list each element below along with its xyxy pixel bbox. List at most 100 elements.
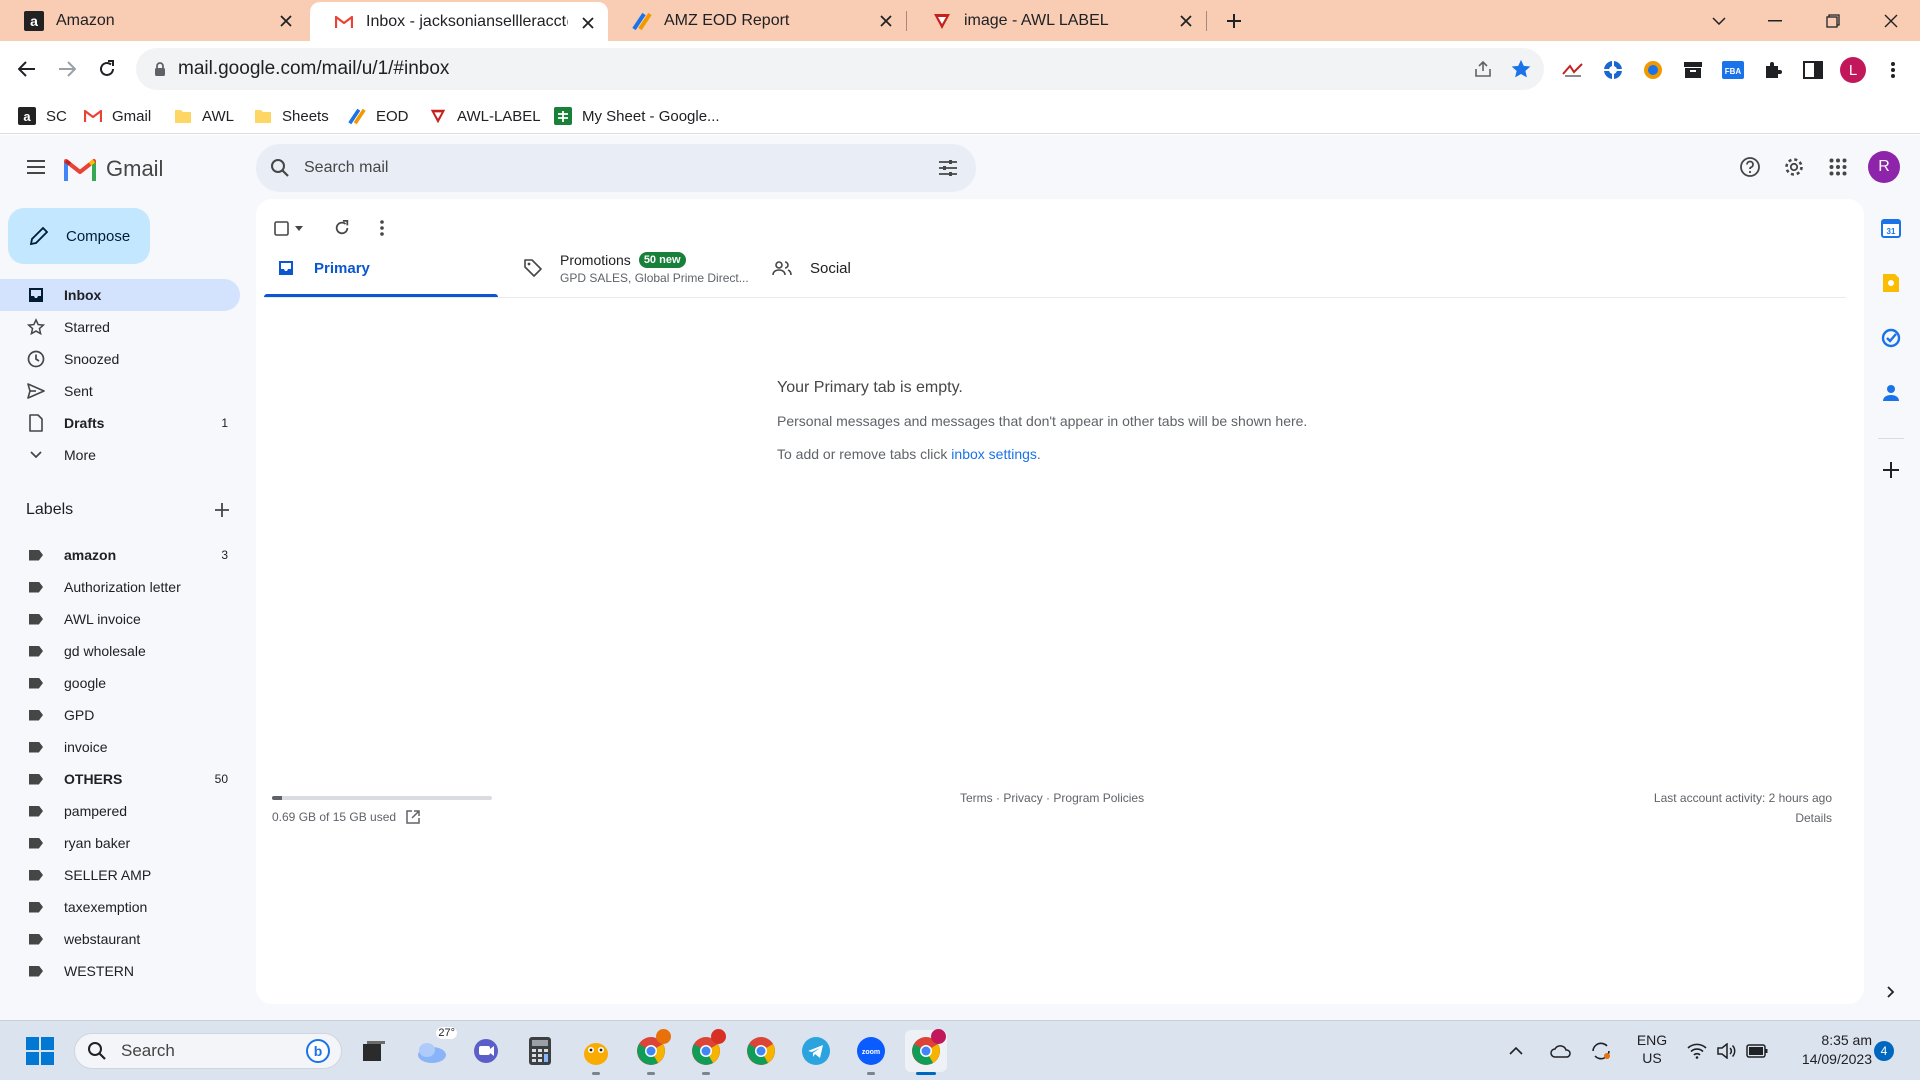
nav-starred[interactable]: Starred (0, 311, 240, 343)
search-options-icon[interactable] (938, 159, 958, 177)
tab-promotions[interactable]: Promotions 50 new GPD SALES, Global Prim… (512, 239, 749, 297)
chrome-active-icon[interactable] (905, 1029, 947, 1075)
weather-widget-icon[interactable]: 27° (411, 1027, 457, 1072)
profile-avatar[interactable]: L (1838, 55, 1868, 85)
search-icon[interactable] (270, 158, 290, 178)
restore-button[interactable] (1810, 0, 1856, 41)
extension-archive-icon[interactable] (1678, 55, 1708, 85)
app-mascot-icon[interactable] (575, 1030, 617, 1075)
nav-more[interactable]: More (0, 439, 240, 471)
browser-menu-icon[interactable] (1878, 55, 1908, 85)
nav-inbox[interactable]: Inbox (0, 279, 240, 311)
teams-chat-icon[interactable] (465, 1030, 507, 1072)
sync-icon[interactable] (1586, 1030, 1616, 1072)
chrome-profile-l-icon[interactable] (630, 1029, 672, 1075)
reload-button[interactable] (89, 51, 125, 87)
bookmark-awl-label[interactable]: AWL-LABEL (429, 101, 541, 131)
bookmark-awl[interactable]: AWL (174, 101, 234, 131)
account-avatar[interactable]: R (1864, 147, 1904, 187)
browser-tab-amazon[interactable]: a Amazon (0, 0, 306, 41)
hide-side-panel-icon[interactable] (1876, 977, 1906, 1007)
label-item[interactable]: google (0, 667, 240, 699)
tab-primary[interactable]: Primary (264, 239, 498, 297)
bookmark-my-sheet[interactable]: My Sheet - Google... (554, 101, 720, 131)
notification-center-badge[interactable]: 4 (1874, 1041, 1894, 1061)
tab-search-button[interactable] (1696, 0, 1742, 41)
label-item[interactable]: Authorization letter (0, 571, 240, 603)
side-panel-icon[interactable] (1798, 55, 1828, 85)
contacts-icon[interactable] (1876, 378, 1906, 408)
browser-tab-inbox[interactable]: Inbox - jacksoniansellleracct@gm (310, 2, 608, 41)
bookmark-star-icon[interactable] (1510, 58, 1532, 80)
tasks-icon[interactable] (1876, 323, 1906, 353)
extension-fba-icon[interactable]: FBA (1718, 55, 1748, 85)
privacy-link[interactable]: Privacy (1003, 791, 1042, 805)
taskbar-search-box[interactable]: Search b (74, 1033, 342, 1069)
close-tab-icon[interactable] (274, 9, 298, 33)
label-item[interactable]: gd wholesale (0, 635, 240, 667)
bookmark-sc[interactable]: a SC (18, 101, 67, 131)
windows-start-icon[interactable] (19, 1030, 61, 1072)
tab-social[interactable]: Social (760, 239, 994, 297)
volume-icon[interactable] (1712, 1030, 1742, 1072)
telegram-icon[interactable] (795, 1030, 837, 1072)
wifi-icon[interactable] (1682, 1030, 1712, 1072)
label-item[interactable]: AWL invoice (0, 603, 240, 635)
extension-keepa-icon[interactable] (1598, 55, 1628, 85)
zoom-icon[interactable]: zoom (850, 1030, 892, 1075)
label-item[interactable]: GPD (0, 699, 240, 731)
back-button[interactable] (9, 51, 45, 87)
label-item[interactable]: ryan baker (0, 827, 240, 859)
select-dropdown-icon[interactable] (295, 225, 303, 231)
help-icon[interactable] (1730, 147, 1770, 187)
extension-honey-icon[interactable] (1638, 55, 1668, 85)
nav-snoozed[interactable]: Snoozed (0, 343, 240, 375)
share-icon[interactable] (1473, 59, 1493, 79)
bookmark-sheets[interactable]: Sheets (254, 101, 329, 131)
lock-icon[interactable] (154, 61, 166, 77)
program-policies-link[interactable]: Program Policies (1053, 791, 1144, 805)
close-tab-icon[interactable] (1174, 9, 1198, 33)
label-item[interactable]: SELLER AMP (0, 859, 240, 891)
label-item[interactable]: WESTERN (0, 955, 240, 987)
label-item[interactable]: webstaurant (0, 923, 240, 955)
main-menu-icon[interactable] (16, 147, 56, 187)
close-window-button[interactable] (1868, 0, 1914, 41)
get-addons-icon[interactable] (1876, 455, 1906, 485)
close-tab-icon[interactable] (874, 9, 898, 33)
keep-icon[interactable] (1876, 268, 1906, 298)
show-hidden-icons-icon[interactable] (1501, 1030, 1531, 1072)
extensions-puzzle-icon[interactable] (1758, 55, 1788, 85)
close-tab-icon[interactable] (576, 11, 600, 35)
compose-button[interactable]: Compose (8, 208, 150, 264)
gmail-logo[interactable]: Gmail (64, 156, 163, 182)
browser-tab-eod[interactable]: AMZ EOD Report (608, 0, 906, 41)
forward-button[interactable] (49, 51, 85, 87)
open-in-new-icon[interactable] (406, 810, 420, 824)
language-indicator[interactable]: ENG US (1630, 1031, 1674, 1067)
label-item[interactable]: taxexemption (0, 891, 240, 923)
new-tab-button[interactable] (1216, 3, 1252, 39)
chrome-profile-g-icon[interactable] (685, 1029, 727, 1075)
search-input[interactable]: Search mail (304, 159, 938, 177)
task-view-icon[interactable] (353, 1030, 395, 1072)
apps-grid-icon[interactable] (1818, 147, 1858, 187)
terms-link[interactable]: Terms (960, 791, 993, 805)
label-item[interactable]: pampered (0, 795, 240, 827)
extension-voice-icon[interactable] (1558, 55, 1588, 85)
label-item[interactable]: invoice (0, 731, 240, 763)
label-item[interactable]: OTHERS 50 (0, 763, 240, 795)
nav-sent[interactable]: Sent (0, 375, 240, 407)
create-label-icon[interactable] (202, 490, 242, 530)
bookmark-gmail[interactable]: Gmail (84, 101, 151, 131)
search-bar[interactable]: Search mail (256, 144, 976, 192)
settings-gear-icon[interactable] (1774, 147, 1814, 187)
label-item[interactable]: amazon 3 (0, 539, 240, 571)
browser-tab-awl[interactable]: image - AWL LABEL (908, 0, 1206, 41)
bookmark-eod[interactable]: EOD (348, 101, 409, 131)
onedrive-icon[interactable] (1546, 1030, 1576, 1072)
minimize-button[interactable] (1752, 0, 1798, 41)
calendar-icon[interactable]: 31 (1876, 213, 1906, 243)
inbox-settings-link[interactable]: inbox settings (951, 446, 1037, 462)
select-checkbox[interactable] (274, 214, 306, 242)
